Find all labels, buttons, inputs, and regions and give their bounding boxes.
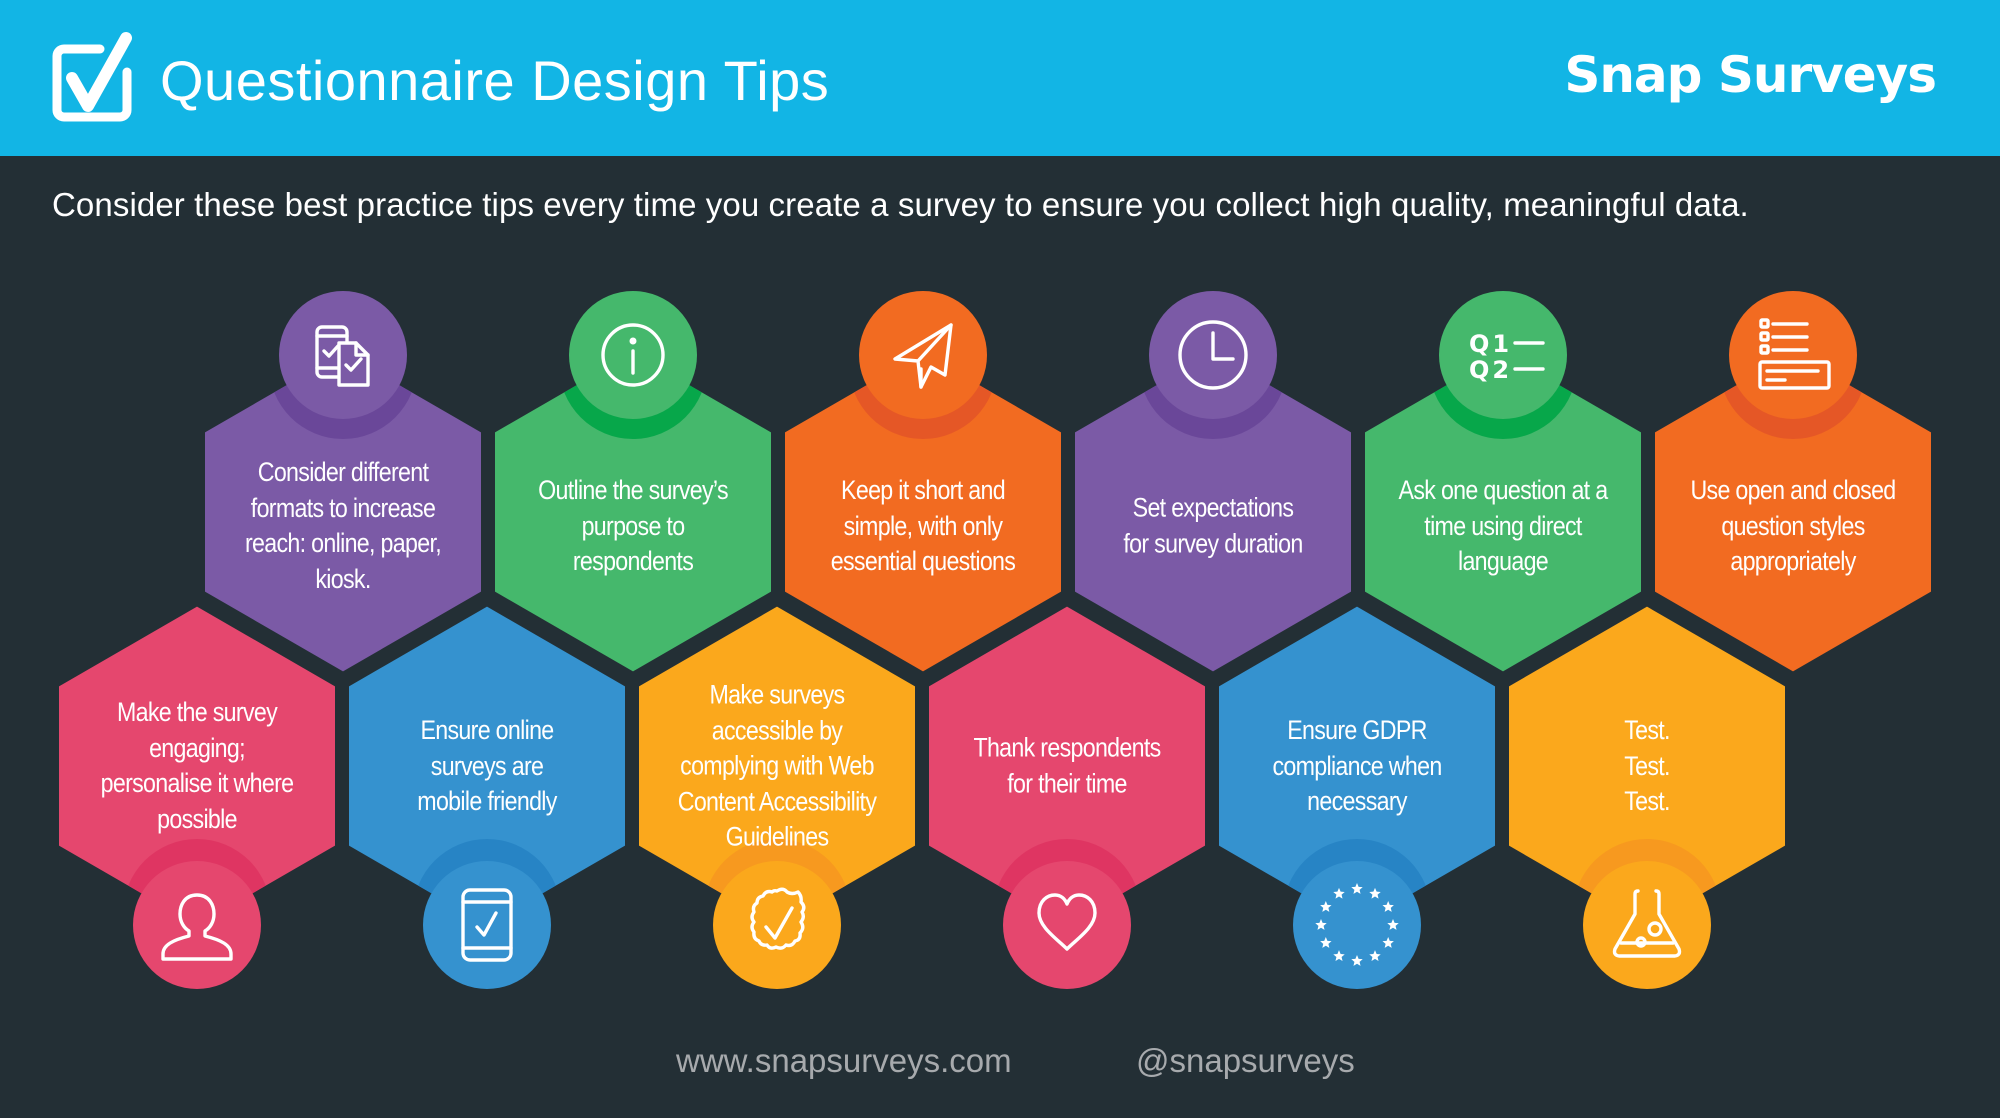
tip-text: Outline the survey’s purpose to respondent… bbox=[526, 473, 741, 580]
icon-badge bbox=[423, 861, 551, 989]
tip-text: Ensure GDPR compliance when necessary bbox=[1250, 713, 1465, 820]
tip-text-line: time using direct bbox=[1424, 510, 1582, 541]
tip-text: Test. Test. Test. bbox=[1540, 713, 1755, 820]
tip-text-line: simple, with only bbox=[843, 510, 1003, 541]
tip-text-line: accessible by bbox=[711, 714, 843, 745]
tip-text-line: complying with Web bbox=[680, 750, 874, 781]
icon-badge bbox=[1293, 861, 1421, 989]
tip-text-line: engaging; bbox=[149, 732, 246, 763]
tip-text-line: Consider different bbox=[257, 457, 429, 487]
icon-badge bbox=[133, 861, 261, 989]
tip-text-line: Use open and closed bbox=[1690, 474, 1896, 505]
tip-text-line: purpose to bbox=[581, 510, 686, 541]
tip-text-line: Make surveys bbox=[709, 679, 846, 710]
icon-badge bbox=[1003, 861, 1131, 989]
tip-text: Thank respondents for their time bbox=[960, 731, 1175, 802]
tip-text-line: necessary bbox=[1307, 785, 1407, 816]
tip-text-line: possible bbox=[157, 803, 237, 834]
tip-text-line: personalise it where bbox=[100, 768, 294, 798]
tip-text: Set expectations for survey duration bbox=[1106, 491, 1321, 562]
tip-text-line: language bbox=[1457, 545, 1549, 576]
tip-text-line: Guidelines bbox=[725, 821, 830, 852]
tip-text: Make surveys accessible by complying with … bbox=[670, 677, 885, 855]
tip-text-line: respondents bbox=[572, 545, 694, 576]
tip-text-line: Keep it short and bbox=[841, 474, 1006, 505]
tip-text-line: Ask one question at a bbox=[1398, 474, 1609, 505]
tip-text-line: Test. bbox=[1624, 714, 1670, 745]
icon-badge bbox=[1583, 861, 1711, 989]
tip-text-line: for their time bbox=[1007, 768, 1127, 798]
tip-text-line: mobile friendly bbox=[417, 785, 557, 816]
icon-badge bbox=[713, 861, 841, 989]
tip-text-line: Make the survey bbox=[116, 697, 278, 727]
tip-text-line: Ensure GDPR bbox=[1287, 714, 1427, 745]
tip-text-line: kiosk. bbox=[315, 563, 371, 594]
social-handle-link[interactable]: @snapsurveys bbox=[1136, 1042, 1355, 1080]
tip-tile bbox=[1075, 291, 1351, 672]
tip-text-line: Thank respondents bbox=[973, 732, 1161, 763]
tip-text-line: Outline the survey’s bbox=[538, 474, 728, 505]
tip-text-line: reach: online, paper, bbox=[245, 528, 442, 558]
icon-label: Q1 bbox=[1469, 330, 1512, 358]
tip-text-line: formats to increase bbox=[250, 492, 436, 523]
tip-text-line: question styles bbox=[1721, 510, 1865, 541]
tip-text-line: surveys are bbox=[430, 750, 544, 781]
tip-text-line: compliance when bbox=[1272, 750, 1442, 781]
icon-label: Q2 bbox=[1469, 356, 1512, 384]
tip-text-line: Test. bbox=[1624, 785, 1670, 816]
tip-text: Ensure online surveys are mobile friendly bbox=[380, 713, 595, 820]
tip-text: Make the survey engaging; personalise it w… bbox=[90, 695, 305, 837]
tip-text: Consider different formats to increase rea… bbox=[236, 455, 451, 597]
tip-text-line: for survey duration bbox=[1123, 528, 1303, 558]
tip-text: Keep it short and simple, with only essent… bbox=[816, 473, 1031, 580]
tip-text-line: Set expectations bbox=[1132, 492, 1294, 523]
tip-text-line: appropriately bbox=[1730, 545, 1856, 576]
website-link[interactable]: www.snapsurveys.com bbox=[676, 1042, 1012, 1080]
tip-text-line: Content Accessibility bbox=[677, 785, 877, 816]
tip-text-line: essential questions bbox=[830, 545, 1016, 576]
tip-text: Use open and closed question styles approp… bbox=[1686, 473, 1901, 580]
tip-text-line: Ensure online bbox=[420, 714, 554, 745]
tip-text: Ask one question at a time using direct la… bbox=[1396, 473, 1611, 580]
tip-text-line: Test. bbox=[1624, 750, 1670, 781]
icon-badge bbox=[1729, 291, 1857, 419]
